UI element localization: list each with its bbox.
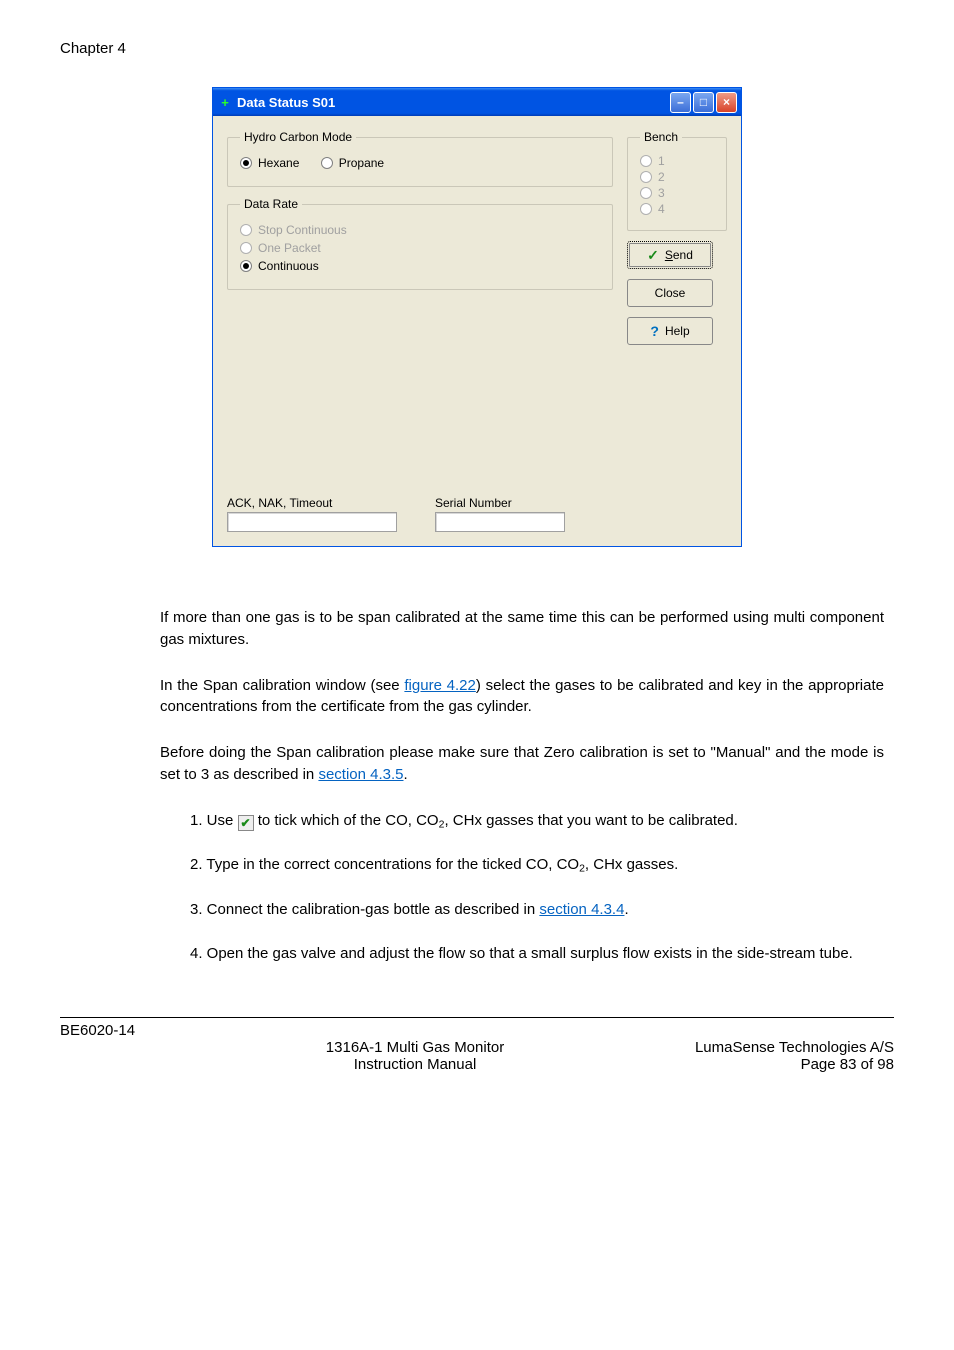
page-footer: BE6020-14 1316A-1 Multi Gas MonitorInstr…: [60, 1017, 894, 1073]
close-button[interactable]: ×: [716, 92, 737, 113]
serial-number-field: Serial Number: [435, 496, 613, 532]
list-item: 3. Connect the calibration-gas bottle as…: [190, 899, 884, 921]
hydro-carbon-mode-group: Hydro Carbon Mode Hexane Propane: [227, 130, 613, 187]
link-section-4-3-5[interactable]: section 4.3.5: [318, 766, 403, 783]
serial-label: Serial Number: [435, 496, 613, 510]
paragraph: Before doing the Span calibration please…: [60, 742, 894, 786]
radio-label: One Packet: [258, 241, 321, 255]
radio-one-packet[interactable]: One Packet: [240, 241, 600, 255]
radio-icon: [640, 155, 652, 167]
data-rate-group: Data Rate Stop Continuous One Packet Con…: [227, 197, 613, 290]
tick-icon: ✔: [238, 815, 254, 831]
ack-nak-field: ACK, NAK, Timeout: [227, 496, 405, 532]
radio-bench-3: 3: [640, 186, 714, 200]
radio-icon: [640, 187, 652, 199]
radio-bench-4: 4: [640, 202, 714, 216]
radio-hexane[interactable]: Hexane: [240, 156, 299, 170]
radio-label: Propane: [339, 156, 384, 170]
chapter-header: Chapter 4: [60, 40, 894, 57]
list-item: 1. Use ✔ to tick which of the CO, CO2, C…: [190, 810, 884, 833]
footer-left: BE6020-14: [60, 1022, 135, 1073]
radio-continuous[interactable]: Continuous: [240, 259, 600, 273]
check-icon: ✓: [647, 247, 659, 264]
radio-label: 2: [658, 170, 665, 184]
plus-icon: +: [217, 94, 233, 110]
radio-label: Continuous: [258, 259, 319, 273]
maximize-button[interactable]: □: [693, 92, 714, 113]
titlebar: + Data Status S01 – □ ×: [213, 88, 741, 116]
window-title: Data Status S01: [237, 95, 668, 110]
question-icon: ?: [650, 323, 659, 339]
button-label: Close: [655, 286, 686, 300]
paragraph: In the Span calibration window (see figu…: [60, 675, 894, 719]
radio-icon: [240, 224, 252, 236]
button-label: Send: [665, 248, 693, 262]
bench-legend: Bench: [640, 130, 682, 144]
hydro-legend: Hydro Carbon Mode: [240, 130, 356, 144]
list-item: 2. Type in the correct concentrations fo…: [190, 854, 884, 877]
ack-label: ACK, NAK, Timeout: [227, 496, 405, 510]
link-figure-4-22[interactable]: figure 4.22: [404, 677, 475, 694]
footer-center: 1316A-1 Multi Gas MonitorInstruction Man…: [326, 1022, 504, 1073]
radio-icon: [321, 157, 333, 169]
bench-group: Bench 1 2 3: [627, 130, 727, 231]
radio-label: 3: [658, 186, 665, 200]
serial-input[interactable]: [435, 512, 565, 532]
help-button[interactable]: ? Help: [627, 317, 713, 345]
close-dialog-button[interactable]: Close: [627, 279, 713, 307]
radio-icon: [240, 260, 252, 272]
list-item: 4. Open the gas valve and adjust the flo…: [190, 943, 884, 965]
radio-bench-2: 2: [640, 170, 714, 184]
dialog-window: + Data Status S01 – □ × Hydro Carbon Mod…: [212, 87, 742, 547]
radio-propane[interactable]: Propane: [321, 156, 384, 170]
ack-input[interactable]: [227, 512, 397, 532]
radio-icon: [240, 242, 252, 254]
radio-label: 1: [658, 154, 665, 168]
footer-right: LumaSense Technologies A/SPage 83 of 98: [695, 1022, 894, 1073]
radio-label: 4: [658, 202, 665, 216]
radio-icon: [640, 171, 652, 183]
radio-icon: [240, 157, 252, 169]
radio-bench-1: 1: [640, 154, 714, 168]
radio-label: Hexane: [258, 156, 299, 170]
paragraph: If more than one gas is to be span calib…: [60, 607, 894, 651]
button-label: Help: [665, 324, 690, 338]
radio-icon: [640, 203, 652, 215]
minimize-button[interactable]: –: [670, 92, 691, 113]
datarate-legend: Data Rate: [240, 197, 302, 211]
link-section-4-3-4[interactable]: section 4.3.4: [539, 901, 624, 918]
radio-label: Stop Continuous: [258, 223, 347, 237]
send-button[interactable]: ✓ Send: [627, 241, 713, 269]
radio-stop-continuous[interactable]: Stop Continuous: [240, 223, 600, 237]
